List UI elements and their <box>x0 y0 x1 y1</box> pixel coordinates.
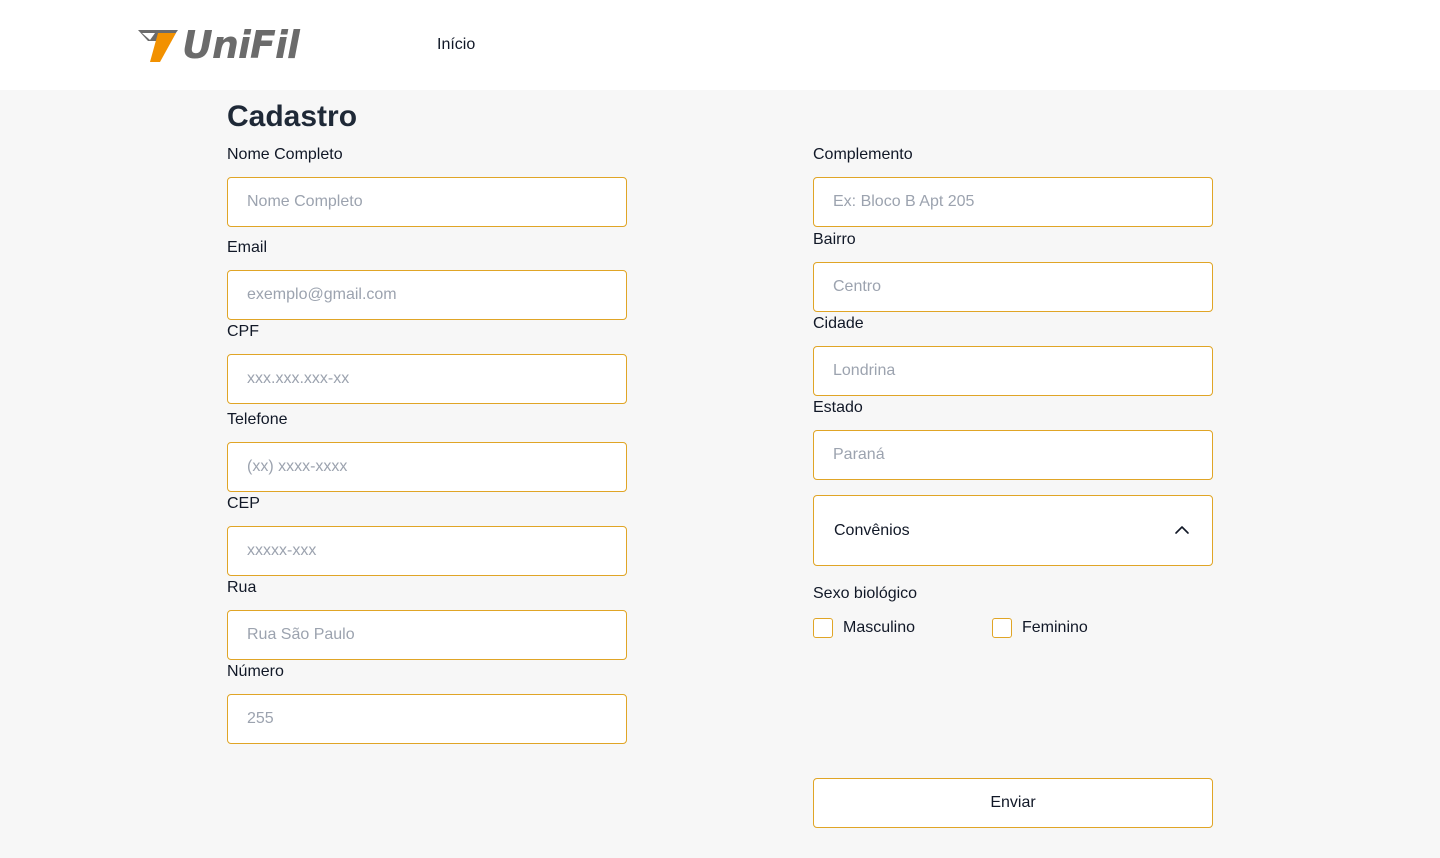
nav-link-home[interactable]: Início <box>437 36 475 54</box>
full-name-input[interactable] <box>227 177 627 227</box>
neighborhood-input[interactable] <box>813 262 1213 312</box>
neighborhood-label: Bairro <box>813 231 856 248</box>
complement-input[interactable] <box>813 177 1213 227</box>
email-label: Email <box>227 239 268 256</box>
male-option-label: Masculino <box>843 619 916 636</box>
state-input[interactable] <box>813 430 1213 480</box>
female-option[interactable]: Feminino <box>992 618 1088 638</box>
biological-sex-label: Sexo biológico <box>813 585 918 602</box>
state-label: Estado <box>813 399 863 416</box>
phone-input[interactable] <box>227 442 627 492</box>
number-label: Número <box>227 663 284 680</box>
submit-button[interactable]: Enviar <box>813 778 1213 828</box>
city-input[interactable] <box>813 346 1213 396</box>
street-label: Rua <box>227 579 257 596</box>
complement-label: Complemento <box>813 146 913 163</box>
page-title: Cadastro <box>227 100 358 133</box>
male-option[interactable]: Masculino <box>813 618 915 638</box>
male-checkbox[interactable] <box>813 618 833 638</box>
city-label: Cidade <box>813 315 864 332</box>
unifil-logo[interactable]: UniFil <box>136 23 300 67</box>
cpf-label: CPF <box>227 323 259 340</box>
top-navigation-bar: UniFil Início <box>0 0 1440 90</box>
cep-input[interactable] <box>227 526 627 576</box>
logo-text: UniFil <box>182 23 300 67</box>
cpf-input[interactable] <box>227 354 627 404</box>
number-input[interactable] <box>227 694 627 744</box>
cep-label: CEP <box>227 495 260 512</box>
female-option-label: Feminino <box>1022 619 1088 636</box>
female-checkbox[interactable] <box>992 618 1012 638</box>
full-name-label: Nome Completo <box>227 146 343 163</box>
email-input[interactable] <box>227 270 627 320</box>
convenios-dropdown[interactable]: Convênios <box>813 495 1213 566</box>
phone-label: Telefone <box>227 411 288 428</box>
chevron-up-icon <box>1175 526 1189 534</box>
street-input[interactable] <box>227 610 627 660</box>
convenios-label: Convênios <box>834 522 910 539</box>
unifil-logo-mark-icon <box>138 30 178 62</box>
